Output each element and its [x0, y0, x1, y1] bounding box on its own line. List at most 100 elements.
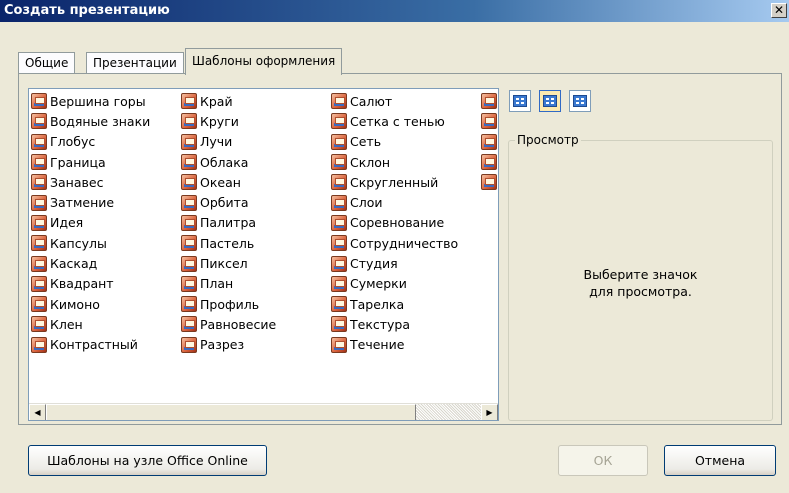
list-item[interactable]: Затмение: [31, 192, 150, 212]
list-item[interactable]: Клен: [31, 314, 150, 334]
large-icons-view-button[interactable]: [509, 90, 531, 112]
list-item-label: Сетка с тенью: [350, 113, 445, 129]
presentation-template-icon: [31, 336, 47, 353]
close-button[interactable]: ✕: [771, 3, 787, 18]
list-item-label: Разрез: [200, 337, 245, 353]
list-item[interactable]: Квадрант: [31, 274, 150, 294]
list-item[interactable]: Идея: [31, 213, 150, 233]
presentation-template-icon: [331, 235, 347, 252]
list-item[interactable]: Салют: [331, 91, 458, 111]
list-item[interactable]: Сотрудничество: [331, 233, 458, 253]
presentation-template-icon: [181, 214, 197, 231]
list-item-label: Облака: [200, 154, 249, 170]
list-item-label: Скругленный: [350, 174, 439, 190]
scroll-thumb[interactable]: [46, 404, 416, 420]
presentation-template-icon: [331, 336, 347, 353]
tab-presentations[interactable]: Презентации: [86, 52, 184, 74]
list-item[interactable]: Занавес: [31, 172, 150, 192]
list-item[interactable]: Соревнование: [331, 213, 458, 233]
list-item[interactable]: Вершина горы: [31, 91, 150, 111]
list-item[interactable]: План: [181, 274, 276, 294]
list-item[interactable]: Пиксел: [181, 253, 276, 273]
list-item-label: Равновесие: [200, 316, 277, 332]
list-item[interactable]: Лучи: [181, 132, 276, 152]
list-item-label: Текстура: [350, 316, 411, 332]
list-item-label: Круги: [200, 113, 239, 129]
scroll-left-icon[interactable]: ◀: [29, 404, 46, 420]
list-item[interactable]: Студия: [331, 253, 458, 273]
ok-button[interactable]: ОК: [558, 445, 648, 476]
list-item[interactable]: Текстура: [331, 314, 458, 334]
presentation-template-icon: [331, 174, 347, 191]
presentation-template-icon: [331, 93, 347, 110]
presentation-template-icon: [31, 154, 47, 171]
list-item[interactable]: [481, 172, 498, 192]
list-item-label: Профиль: [200, 296, 260, 312]
presentation-template-icon: [31, 275, 47, 292]
list-item[interactable]: Контрастный: [31, 335, 150, 355]
list-item-label: Склон: [350, 154, 391, 170]
list-item[interactable]: Сумерки: [331, 274, 458, 294]
list-item-label: План: [200, 276, 234, 292]
list-item[interactable]: Круги: [181, 111, 276, 131]
cancel-button[interactable]: Отмена: [664, 445, 776, 476]
list-item[interactable]: [481, 91, 498, 111]
list-item-label: Студия: [350, 256, 398, 272]
scroll-right-icon[interactable]: ▶: [481, 404, 498, 420]
list-item[interactable]: Палитра: [181, 213, 276, 233]
list-item-label: Вершина горы: [50, 93, 146, 109]
list-item[interactable]: [481, 152, 498, 172]
presentation-template-icon: [181, 133, 197, 150]
list-item-label: Край: [200, 93, 233, 109]
presentation-template-icon: [181, 235, 197, 252]
list-item[interactable]: Профиль: [181, 294, 276, 314]
presentation-template-icon: [331, 275, 347, 292]
list-item[interactable]: Пастель: [181, 233, 276, 253]
presentation-template-icon: [331, 133, 347, 150]
list-item-label: Каскад: [50, 256, 98, 272]
list-item[interactable]: Граница: [31, 152, 150, 172]
template-column-4: [481, 91, 498, 192]
list-item[interactable]: Океан: [181, 172, 276, 192]
presentation-template-icon: [181, 275, 197, 292]
presentation-template-icon: [181, 316, 197, 333]
list-item[interactable]: Равновесие: [181, 314, 276, 334]
presentation-template-icon: [481, 174, 497, 191]
list-item[interactable]: Скругленный: [331, 172, 458, 192]
preview-legend: Просмотр: [515, 133, 581, 147]
list-item[interactable]: Водяные знаки: [31, 111, 150, 131]
horizontal-scrollbar[interactable]: ◀ ▶: [29, 403, 498, 420]
list-item[interactable]: Кимоно: [31, 294, 150, 314]
scroll-track[interactable]: [416, 404, 481, 420]
tab-general[interactable]: Общие: [18, 52, 76, 74]
presentation-template-icon: [31, 194, 47, 211]
list-item[interactable]: Облака: [181, 152, 276, 172]
list-item-label: Сеть: [350, 134, 382, 150]
list-item-label: Тарелка: [350, 296, 405, 312]
list-item[interactable]: [481, 132, 498, 152]
list-item[interactable]: Капсулы: [31, 233, 150, 253]
template-list[interactable]: Вершина горы Водяные знаки Глобус Граница За…: [28, 88, 499, 421]
list-item[interactable]: Край: [181, 91, 276, 111]
preview-group: Просмотр Выберите значок для просмотра.: [508, 133, 773, 421]
list-item[interactable]: Слои: [331, 192, 458, 212]
tab-design-templates[interactable]: Шаблоны оформления: [185, 48, 343, 75]
list-item[interactable]: Склон: [331, 152, 458, 172]
list-item[interactable]: Течение: [331, 335, 458, 355]
presentation-template-icon: [181, 93, 197, 110]
presentation-template-icon: [181, 255, 197, 272]
list-item[interactable]: Каскад: [31, 253, 150, 273]
list-item[interactable]: Глобус: [31, 132, 150, 152]
list-item[interactable]: Сетка с тенью: [331, 111, 458, 131]
list-view-button[interactable]: [539, 90, 561, 112]
list-item[interactable]: Разрез: [181, 335, 276, 355]
list-item[interactable]: Тарелка: [331, 294, 458, 314]
preview-message-line-2: для просмотра.: [589, 284, 692, 299]
list-item[interactable]: Сеть: [331, 132, 458, 152]
office-online-templates-button[interactable]: Шаблоны на узле Office Online: [28, 445, 267, 476]
list-item[interactable]: Орбита: [181, 192, 276, 212]
list-item[interactable]: [481, 111, 498, 131]
presentation-template-icon: [331, 316, 347, 333]
list-item-label: Салют: [350, 93, 393, 109]
details-view-button[interactable]: [569, 90, 591, 112]
